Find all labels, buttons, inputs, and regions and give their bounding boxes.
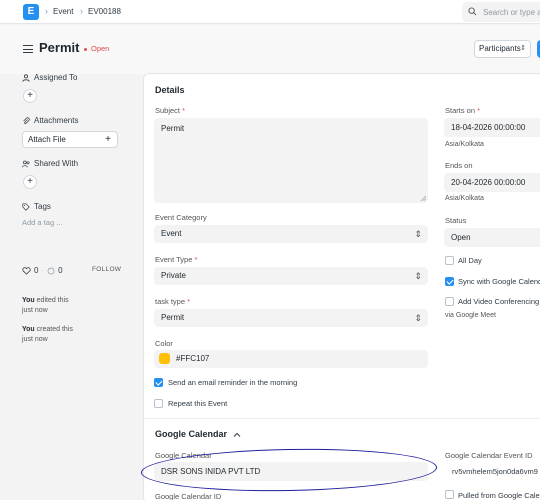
repeat-event-checkbox[interactable] — [154, 399, 163, 408]
heart-icon[interactable] — [22, 266, 31, 275]
tag-icon — [22, 202, 30, 211]
attachments-heading: Attachments — [22, 116, 78, 125]
subject-textarea[interactable]: Permit — [154, 118, 428, 203]
google-calendar-id-label: Google Calendar ID — [155, 492, 222, 500]
email-reminder-checkbox[interactable] — [154, 378, 163, 387]
starts-on-label: Starts on * — [445, 106, 481, 115]
task-type-label: task type * — [155, 297, 191, 306]
sidebar-toggle-icon[interactable] — [23, 45, 33, 53]
all-day-checkbox[interactable] — [445, 256, 454, 265]
status-badge: Open — [84, 44, 109, 53]
share-icon — [22, 160, 30, 167]
tags-heading: Tags — [22, 202, 51, 211]
starts-on-input[interactable]: 18-04-2026 00:00:00 — [444, 118, 540, 137]
all-day-label: All Day — [458, 256, 482, 265]
page-header: Permit Open Participants ⇕ — [0, 25, 540, 74]
ends-on-input[interactable]: 20-04-2026 00:00:00 — [444, 173, 540, 192]
sort-icon: ⇕ — [520, 45, 526, 52]
video-conferencing-hint: via Google Meet — [445, 312, 496, 319]
starts-timezone: Asia/Kolkata — [445, 141, 484, 148]
top-navbar: E › Event › EV00188 Search or type a — [0, 0, 540, 24]
email-reminder-label: Send an email reminder in the morning — [168, 378, 298, 387]
event-type-select[interactable]: Private ⇕ — [154, 267, 428, 285]
search-input[interactable]: Search or type a — [462, 2, 540, 22]
color-swatch[interactable] — [159, 353, 170, 364]
google-calendar-section-title[interactable]: Google Calendar — [155, 429, 241, 439]
participants-button[interactable]: Participants ⇕ — [474, 40, 531, 58]
follow-button[interactable]: FOLLOW — [92, 266, 121, 273]
breadcrumb-record[interactable]: EV00188 — [88, 7, 121, 16]
breadcrumb-event[interactable]: Event — [53, 7, 73, 16]
page-title: Permit — [39, 40, 80, 55]
chevron-right-icon: › — [45, 6, 48, 16]
select-arrows-icon: ⇕ — [414, 313, 422, 323]
pulled-google-checkbox[interactable] — [445, 490, 454, 499]
task-type-select[interactable]: Permit ⇕ — [154, 309, 428, 327]
activity-item: You edited this just now — [22, 297, 69, 314]
select-arrows-icon: ⇕ — [414, 229, 422, 239]
event-category-label: Event Category — [155, 213, 207, 222]
color-picker-field[interactable]: #FFC107 — [154, 350, 428, 368]
event-category-select[interactable]: Event ⇕ — [154, 225, 428, 243]
attach-file-button[interactable]: Attach File + — [22, 131, 118, 148]
select-arrows-icon: ⇕ — [414, 271, 422, 281]
plus-icon: + — [105, 134, 111, 145]
google-event-id-label: Google Calendar Event ID — [445, 451, 533, 460]
activity-item: You created this just now — [22, 326, 73, 343]
app-logo[interactable]: E — [23, 4, 39, 20]
paperclip-icon — [23, 116, 30, 124]
subject-label: Subject * — [155, 106, 186, 115]
pulled-google-label: Pulled from Google Calend — [458, 491, 540, 500]
comment-icon[interactable] — [47, 267, 55, 275]
add-share-button[interactable]: + — [23, 175, 37, 189]
search-icon — [468, 7, 477, 16]
comment-count: 0 — [58, 266, 63, 275]
repeat-event-label: Repeat this Event — [168, 399, 228, 408]
status-label: Status — [445, 216, 467, 225]
color-label: Color — [155, 339, 173, 348]
section-divider — [144, 418, 540, 419]
user-icon — [22, 73, 30, 82]
sync-google-label: Sync with Google Calenda — [458, 277, 540, 286]
like-count: 0 — [34, 266, 39, 275]
event-type-label: Event Type * — [155, 255, 198, 264]
details-section-title: Details — [155, 85, 185, 95]
event-form-card: Details Subject * Permit Event Category … — [143, 73, 540, 500]
add-tag-link[interactable]: Add a tag ... — [22, 218, 62, 227]
ends-on-label: Ends on — [445, 161, 473, 170]
shared-with-heading: Shared With — [22, 159, 78, 168]
search-placeholder: Search or type a — [483, 8, 540, 17]
status-select[interactable]: Open — [444, 228, 540, 247]
video-conferencing-label: Add Video Conferencing — [458, 297, 540, 306]
assigned-to-heading: Assigned To — [22, 73, 77, 82]
add-assignee-button[interactable]: + — [23, 89, 37, 103]
sync-google-checkbox[interactable] — [445, 277, 454, 286]
ends-timezone: Asia/Kolkata — [445, 195, 484, 202]
google-event-id-value: rv5vmhelem5jon0da6vm9 — [452, 467, 538, 476]
chevron-up-icon — [233, 432, 241, 437]
resize-handle-icon[interactable] — [420, 195, 426, 201]
engagement-counts: 0 · 0 — [22, 266, 63, 275]
video-conferencing-checkbox[interactable] — [445, 297, 454, 306]
chevron-right-icon: › — [80, 6, 83, 16]
